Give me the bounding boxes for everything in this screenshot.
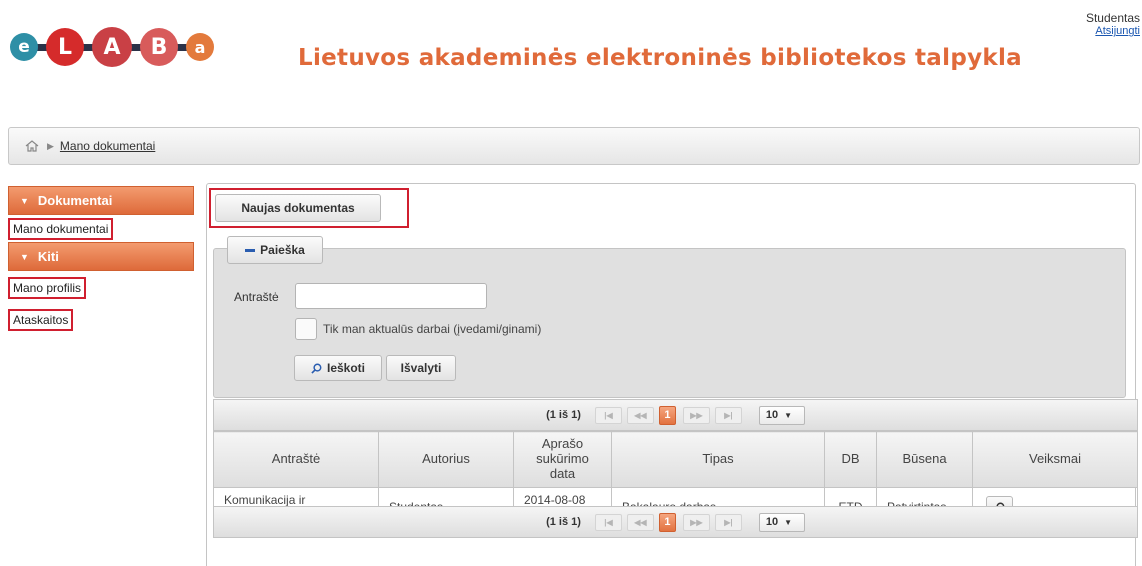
per-page-select[interactable]: 10 ▼ bbox=[758, 512, 805, 532]
sidebar-item-mano-dokumentai[interactable]: Mano dokumentai bbox=[8, 215, 194, 242]
logout-link[interactable]: Atsijungti bbox=[1086, 25, 1140, 38]
search-toggle-button[interactable]: Paieška bbox=[227, 236, 323, 264]
user-name: Studentas bbox=[1085, 11, 1140, 25]
new-document-button[interactable]: Naujas dokumentas bbox=[215, 194, 381, 222]
page-number-button[interactable]: 1 bbox=[658, 405, 676, 425]
elaba-logo: e L A B a bbox=[10, 27, 214, 67]
chevron-down-icon: ▼ bbox=[784, 410, 793, 420]
last-page-icon[interactable]: ▶| bbox=[714, 513, 742, 531]
last-page-icon[interactable]: ▶| bbox=[714, 406, 742, 424]
column-header-title[interactable]: Antraštė bbox=[213, 431, 379, 488]
relevant-works-label: Tik man aktualūs darbai (įvedami/ginami) bbox=[323, 322, 542, 336]
column-header-status[interactable]: Būsena bbox=[876, 431, 973, 488]
breadcrumb-separator-icon: ▶ bbox=[47, 140, 54, 151]
sidebar-section-dokumentai[interactable]: ▼ Dokumentai bbox=[8, 186, 194, 215]
first-page-icon[interactable]: |◀ bbox=[594, 406, 622, 424]
pager-summary: (1 iš 1) bbox=[546, 409, 581, 421]
column-header-db[interactable]: DB bbox=[824, 431, 877, 488]
next-page-icon[interactable]: ▶▶ bbox=[682, 513, 710, 531]
column-header-created[interactable]: Aprašo sukūrimo data bbox=[513, 431, 612, 488]
search-icon bbox=[311, 363, 322, 374]
sidebar: ▼ Dokumentai Mano dokumentai ▼ Kiti Mano… bbox=[8, 186, 194, 333]
main-panel: Naujas dokumentas Paieška Antraštė Tik m… bbox=[206, 183, 1138, 566]
column-header-actions: Veiksmai bbox=[972, 431, 1138, 488]
column-header-type[interactable]: Tipas bbox=[611, 431, 825, 488]
logo-letter-a-small: a bbox=[186, 33, 214, 61]
new-document-highlight: Naujas dokumentas bbox=[209, 188, 409, 228]
relevant-works-checkbox[interactable] bbox=[295, 318, 317, 340]
next-page-icon[interactable]: ▶▶ bbox=[682, 406, 710, 424]
title-field-label: Antraštė bbox=[234, 290, 279, 304]
pager-summary: (1 iš 1) bbox=[546, 516, 581, 528]
sidebar-section-kiti[interactable]: ▼ Kiti bbox=[8, 242, 194, 271]
minus-icon bbox=[245, 248, 256, 252]
chevron-down-icon: ▼ bbox=[20, 195, 29, 206]
clear-button[interactable]: Išvalyti bbox=[386, 355, 456, 381]
home-icon[interactable] bbox=[25, 140, 39, 152]
user-box: Studentas Atsijungti bbox=[1086, 11, 1140, 39]
prev-page-icon[interactable]: ◀◀ bbox=[626, 406, 654, 424]
page-number-button[interactable]: 1 bbox=[658, 512, 676, 532]
search-button[interactable]: Ieškoti bbox=[294, 355, 382, 381]
logo-letter-b: B bbox=[140, 28, 178, 66]
first-page-icon[interactable]: |◀ bbox=[594, 513, 622, 531]
column-header-author[interactable]: Autorius bbox=[378, 431, 514, 488]
pager-bottom: (1 iš 1) |◀ ◀◀ 1 ▶▶ ▶| 10 ▼ bbox=[213, 506, 1138, 538]
chevron-down-icon: ▼ bbox=[20, 251, 29, 262]
prev-page-icon[interactable]: ◀◀ bbox=[626, 513, 654, 531]
pager-top: (1 iš 1) |◀ ◀◀ 1 ▶▶ ▶| 10 ▼ bbox=[213, 399, 1138, 431]
sidebar-item-mano-profilis[interactable]: Mano profilis bbox=[8, 274, 194, 301]
sidebar-item-ataskaitos[interactable]: Ataskaitos bbox=[8, 306, 194, 333]
breadcrumb: ▶ Mano dokumentai bbox=[8, 127, 1140, 165]
per-page-select[interactable]: 10 ▼ bbox=[758, 405, 805, 425]
site-title: Lietuvos akademinės elektroninės bibliot… bbox=[298, 45, 1022, 71]
logo-letter-l: L bbox=[46, 28, 84, 66]
breadcrumb-current[interactable]: Mano dokumentai bbox=[60, 139, 155, 153]
logo-letter-e: e bbox=[10, 33, 38, 61]
title-search-input[interactable] bbox=[295, 283, 487, 309]
chevron-down-icon: ▼ bbox=[784, 517, 793, 527]
logo-letter-a: A bbox=[92, 27, 132, 67]
